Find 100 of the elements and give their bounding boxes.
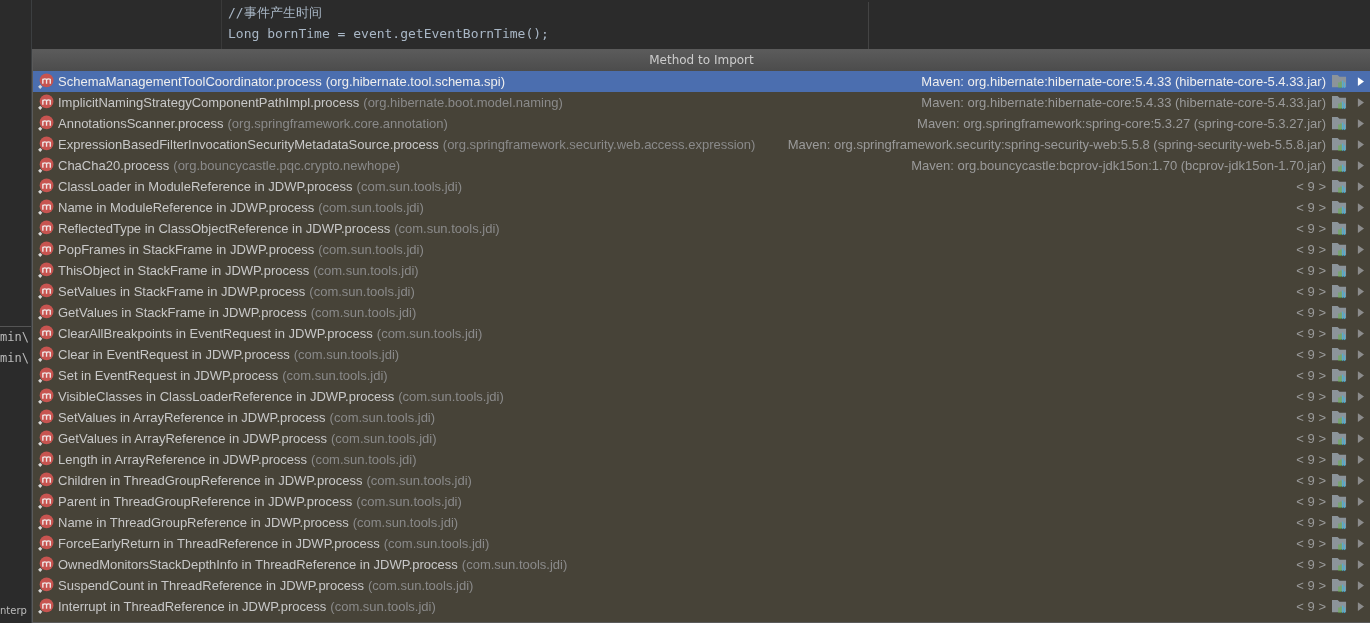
method-name: OwnedMonitorsStackDepthInfo in ThreadReference in JDWP.process	[58, 557, 458, 572]
method-name: AnnotationsScanner.process	[58, 116, 224, 131]
library-location: Maven: org.bouncycastle:bcprov-jdk15on:1.70 (bcprov-jdk15on-1.70.jar)	[911, 158, 1326, 173]
package-name: (com.sun.tools.jdi)	[318, 242, 425, 257]
method-name: Name in ThreadGroupReference in JDWP.process	[58, 515, 349, 530]
package-name: (com.sun.tools.jdi)	[356, 494, 463, 509]
library-location: Maven: org.springframework:spring-core:5.3.27 (spring-core-5.3.27.jar)	[917, 116, 1326, 131]
package-name: (com.sun.tools.jdi)	[331, 431, 438, 446]
library-location: < 9 >	[1296, 263, 1326, 278]
code-line: //事件产生时间	[228, 4, 323, 22]
method-name: ReflectedType in ClassObjectReference in JDWP.process	[58, 221, 391, 236]
library-location: < 9 >	[1296, 368, 1326, 383]
method-name: ChaCha20.process	[58, 158, 170, 173]
popup-title: Method to Import	[33, 50, 1370, 71]
method-list-item[interactable]: Name in ModuleReference in JDWP.process (com.sun.tools.jdi) < 9 >	[33, 197, 1370, 218]
code-line: Long bornTime = event.getEventBornTime();	[228, 25, 550, 43]
method-name: Interrupt in ThreadReference in JDWP.process	[58, 599, 327, 614]
method-list-item[interactable]: ChaCha20.process (org.bouncycastle.pqc.crypto.newhope) Maven: org.bouncycastle:bcprov-jdk15on:1.70 (bcprov-jdk15on-1.70.jar)	[33, 155, 1370, 176]
method-name: VisibleClasses in ClassLoaderReference in JDWP.process	[58, 389, 395, 404]
package-name: (com.sun.tools.jdi)	[356, 179, 464, 194]
method-name: Parent in ThreadGroupReference in JDWP.process	[58, 494, 353, 509]
library-location: < 9 >	[1296, 284, 1326, 299]
library-location: Maven: org.hibernate:hibernate-core:5.4.33 (hibernate-core-5.4.33.jar)	[921, 74, 1326, 89]
method-list-item[interactable]: SetValues in ArrayReference in JDWP.process (com.sun.tools.jdi) < 9 >	[33, 407, 1370, 428]
method-name: Length in ArrayReference in JDWP.process	[58, 452, 308, 467]
method-list-item[interactable]: Children in ThreadGroupReference in JDWP.process (com.sun.tools.jdi) < 9 >	[33, 470, 1370, 491]
package-name: (com.sun.tools.jdi)	[310, 305, 418, 320]
package-name: (org.springframework.core.annotation)	[227, 116, 449, 131]
method-name: GetValues in StackFrame in JDWP.process	[58, 305, 307, 320]
method-list-item[interactable]: GetValues in ArrayReference in JDWP.process (com.sun.tools.jdi) < 9 >	[33, 428, 1370, 449]
method-name: ClassLoader in ModuleReference in JDWP.process	[58, 179, 353, 194]
package-name: (org.springframework.security.web.access.expression)	[442, 137, 757, 152]
method-list-item[interactable]: ImplicitNamingStrategyComponentPathImpl.process (org.hibernate.boot.model.naming) Maven: org.hibernate:hibernate-core:5.4.33 (hibernate-core-5.4.33.jar)	[33, 92, 1370, 113]
library-location: < 9 >	[1296, 599, 1326, 614]
package-name: (com.sun.tools.jdi)	[461, 557, 569, 572]
library-location: < 9 >	[1296, 578, 1326, 593]
package-name: (com.sun.tools.jdi)	[329, 410, 437, 425]
library-location: < 9 >	[1296, 326, 1326, 341]
method-name: ForceEarlyReturn in ThreadReference in JDWP.process	[58, 536, 380, 551]
method-name: ThisObject in StackFrame in JDWP.process	[58, 263, 310, 278]
package-name: (com.sun.tools.jdi)	[293, 347, 401, 362]
method-list-item[interactable]: GetValues in StackFrame in JDWP.process (com.sun.tools.jdi) < 9 >	[33, 302, 1370, 323]
method-list-item[interactable]: SchemaManagementToolCoordinator.process (org.hibernate.tool.schema.spi) Maven: org.hibernate:hibernate-core:5.4.33 (hibernate-core-5.4.33.jar)	[33, 71, 1370, 92]
library-location: < 9 >	[1296, 200, 1326, 215]
method-name: ClearAllBreakpoints in EventRequest in JDWP.process	[58, 326, 373, 341]
method-list-item[interactable]: Set in EventRequest in JDWP.process (com.sun.tools.jdi) < 9 >	[33, 365, 1370, 386]
library-location: < 9 >	[1296, 557, 1326, 572]
method-name: Set in EventRequest in JDWP.process	[58, 368, 279, 383]
method-name: GetValues in ArrayReference in JDWP.process	[58, 431, 328, 446]
package-name: (com.sun.tools.jdi)	[398, 389, 505, 404]
package-name: (com.sun.tools.jdi)	[282, 368, 389, 383]
library-location: Maven: org.hibernate:hibernate-core:5.4.33 (hibernate-core-5.4.33.jar)	[921, 95, 1326, 110]
method-list-item[interactable]: ForceEarlyReturn in ThreadReference in JDWP.process (com.sun.tools.jdi) < 9 >	[33, 533, 1370, 554]
method-list-item[interactable]: OwnedMonitorsStackDepthInfo in ThreadReference in JDWP.process (com.sun.tools.jdi) < 9 >	[33, 554, 1370, 575]
method-name: PopFrames in StackFrame in JDWP.process	[58, 242, 315, 257]
method-name: SetValues in StackFrame in JDWP.process	[58, 284, 306, 299]
library-location: < 9 >	[1296, 221, 1326, 236]
package-name: (com.sun.tools.jdi)	[394, 221, 501, 236]
library-location: < 9 >	[1296, 389, 1326, 404]
console-text: min\	[0, 350, 29, 367]
library-location: Maven: org.springframework.security:spring-security-web:5.5.8 (spring-security-web-5.5.8.jar)	[787, 137, 1326, 152]
package-name: (org.hibernate.tool.schema.spi)	[325, 74, 506, 89]
method-list-item[interactable]: ReflectedType in ClassObjectReference in JDWP.process (com.sun.tools.jdi) < 9 >	[33, 218, 1370, 239]
method-list-item[interactable]: Interrupt in ThreadReference in JDWP.process (com.sun.tools.jdi) < 9 >	[33, 596, 1370, 617]
console-text: min\	[0, 329, 29, 346]
method-name: ImplicitNamingStrategyComponentPathImpl.process	[58, 95, 360, 110]
method-list-item[interactable]: Clear in EventRequest in JDWP.process (com.sun.tools.jdi) < 9 >	[33, 344, 1370, 365]
method-list-item[interactable]: SetValues in StackFrame in JDWP.process (com.sun.tools.jdi) < 9 >	[33, 281, 1370, 302]
method-list-item[interactable]: ThisObject in StackFrame in JDWP.process (com.sun.tools.jdi) < 9 >	[33, 260, 1370, 281]
library-location: < 9 >	[1296, 410, 1326, 425]
method-list-item[interactable]: ClassLoader in ModuleReference in JDWP.process (com.sun.tools.jdi) < 9 >	[33, 176, 1370, 197]
method-list-item[interactable]: Length in ArrayReference in JDWP.process (com.sun.tools.jdi) < 9 >	[33, 449, 1370, 470]
library-location: < 9 >	[1296, 305, 1326, 320]
method-list-item[interactable]: ClearAllBreakpoints in EventRequest in JDWP.process (com.sun.tools.jdi) < 9 >	[33, 323, 1370, 344]
method-name: SchemaManagementToolCoordinator.process	[58, 74, 322, 89]
method-list-item[interactable]: Parent in ThreadGroupReference in JDWP.process (com.sun.tools.jdi) < 9 >	[33, 491, 1370, 512]
package-name: (com.sun.tools.jdi)	[367, 578, 475, 593]
package-name: (com.sun.tools.jdi)	[330, 599, 437, 614]
package-name: (com.sun.tools.jdi)	[383, 536, 491, 551]
method-name: SuspendCount in ThreadReference in JDWP.process	[58, 578, 364, 593]
package-name: (org.hibernate.boot.model.naming)	[363, 95, 564, 110]
library-location: < 9 >	[1296, 494, 1326, 509]
method-list-item[interactable]: AnnotationsScanner.process (org.springframework.core.annotation) Maven: org.springframework:spring-core:5.3.27 (spring-core-5.3.27.jar)	[33, 113, 1370, 134]
package-name: (com.sun.tools.jdi)	[309, 284, 416, 299]
package-name: (com.sun.tools.jdi)	[313, 263, 420, 278]
library-location: < 9 >	[1296, 473, 1326, 488]
method-list-item[interactable]: SuspendCount in ThreadReference in JDWP.process (com.sun.tools.jdi) < 9 >	[33, 575, 1370, 596]
library-location: < 9 >	[1296, 347, 1326, 362]
method-name: Clear in EventRequest in JDWP.process	[58, 347, 290, 362]
package-name: (com.sun.tools.jdi)	[352, 515, 460, 530]
method-list-item[interactable]: PopFrames in StackFrame in JDWP.process (com.sun.tools.jdi) < 9 >	[33, 239, 1370, 260]
console-text: nterp	[0, 604, 27, 618]
method-name: SetValues in ArrayReference in JDWP.process	[58, 410, 326, 425]
library-location: < 9 >	[1296, 242, 1326, 257]
method-list-item[interactable]: Name in ThreadGroupReference in JDWP.process (com.sun.tools.jdi) < 9 >	[33, 512, 1370, 533]
library-location: < 9 >	[1296, 452, 1326, 467]
library-location: < 9 >	[1296, 515, 1326, 530]
method-list-item[interactable]: VisibleClasses in ClassLoaderReference in JDWP.process (com.sun.tools.jdi) < 9 >	[33, 386, 1370, 407]
method-name: ExpressionBasedFilterInvocationSecurityMetadataSource.process	[58, 137, 439, 152]
package-name: (com.sun.tools.jdi)	[311, 452, 418, 467]
